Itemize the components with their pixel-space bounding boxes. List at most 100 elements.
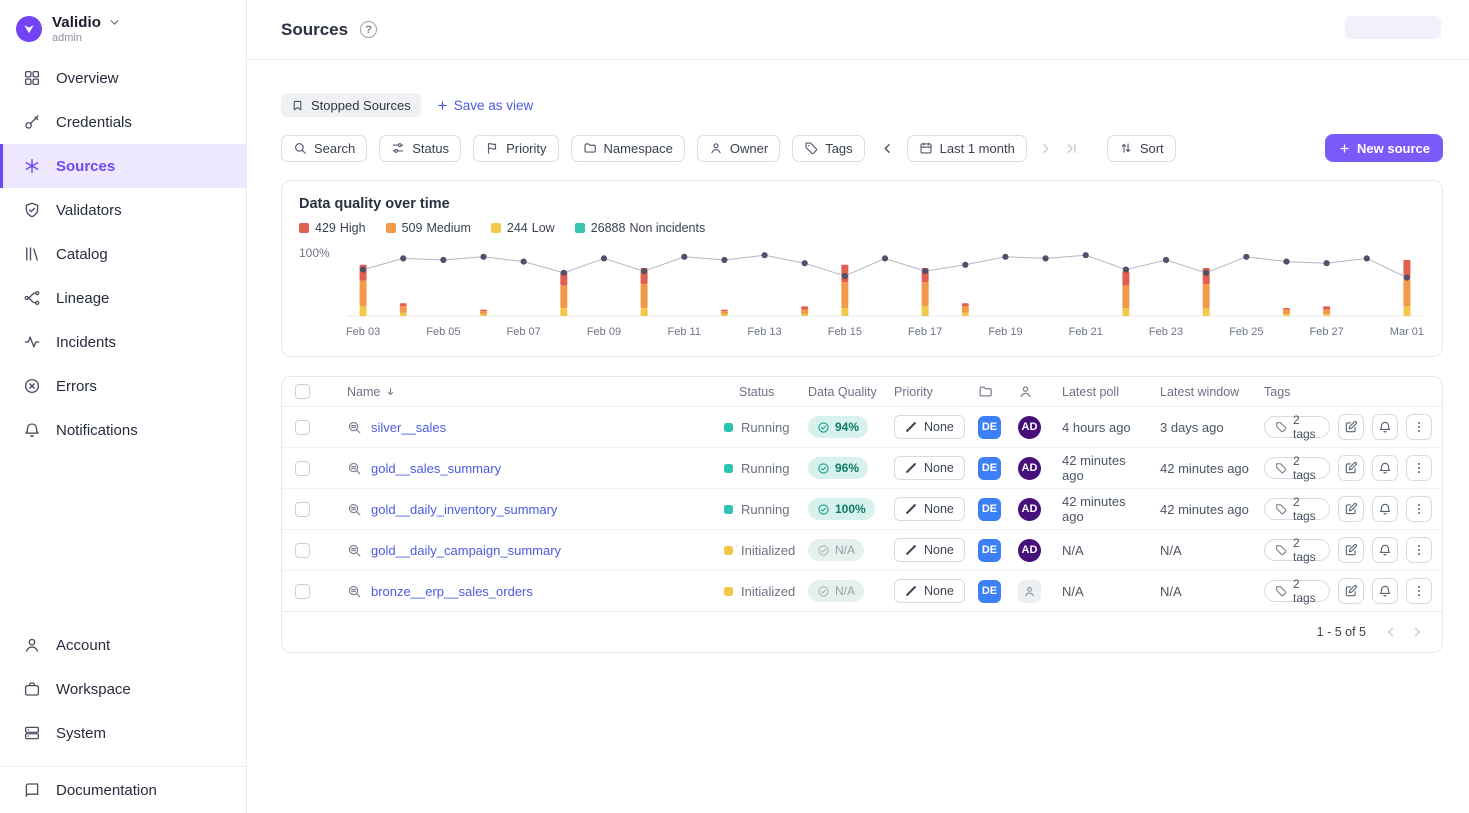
notifications-button[interactable] bbox=[1372, 537, 1398, 563]
priority-badge[interactable]: None bbox=[894, 415, 965, 439]
sidebar-item-overview[interactable]: Overview bbox=[0, 56, 246, 100]
notifications-button[interactable] bbox=[1372, 455, 1398, 481]
sort-button[interactable]: Sort bbox=[1106, 134, 1176, 162]
sidebar-item-sources[interactable]: Sources bbox=[0, 144, 246, 188]
more-actions-button[interactable] bbox=[1406, 455, 1432, 481]
saved-view-chip[interactable]: Stopped Sources bbox=[281, 93, 421, 117]
row-checkbox[interactable] bbox=[294, 583, 310, 599]
date-next-button[interactable] bbox=[1035, 136, 1057, 160]
sidebar-item-validators[interactable]: Validators bbox=[0, 188, 246, 232]
sidebar-item-system[interactable]: System bbox=[0, 711, 246, 755]
namespace-filter-button[interactable]: Namespace bbox=[570, 134, 685, 162]
table-row[interactable]: gold__daily_campaign_summary Initialized… bbox=[282, 530, 1442, 571]
data-quality-chart[interactable]: Feb 03 Feb 05 Feb 07 Feb 09 Feb 11 Feb 13 Feb … bbox=[343, 238, 1425, 342]
header-status[interactable]: Status bbox=[724, 377, 796, 406]
table-row[interactable]: silver__sales Running 94% None DE AD 4 h… bbox=[282, 407, 1442, 448]
chart-legend: 429 High 509 Medium 244 Low 26888 Non in… bbox=[299, 221, 1425, 235]
tags-badge[interactable]: 2 tags bbox=[1264, 495, 1330, 523]
priority-badge[interactable]: None bbox=[894, 538, 965, 562]
save-as-view-button[interactable]: Save as view bbox=[436, 98, 533, 113]
header-namespace[interactable] bbox=[970, 377, 1010, 406]
edit-button[interactable] bbox=[1338, 578, 1364, 604]
edit-button[interactable] bbox=[1338, 455, 1364, 481]
search-label: Search bbox=[314, 140, 356, 156]
date-latest-button[interactable] bbox=[1061, 136, 1083, 160]
header-priority[interactable]: Priority bbox=[882, 377, 970, 406]
sidebar-item-lineage[interactable]: Lineage bbox=[0, 276, 246, 320]
new-source-button[interactable]: New source bbox=[1325, 134, 1443, 162]
source-type-icon bbox=[347, 461, 362, 476]
help-icon[interactable]: ? bbox=[360, 21, 378, 38]
header-latest-poll[interactable]: Latest poll bbox=[1050, 377, 1148, 406]
namespace-badge[interactable]: DE bbox=[978, 456, 1001, 480]
priority-badge[interactable]: None bbox=[894, 579, 965, 603]
edit-button[interactable] bbox=[1338, 414, 1364, 440]
sidebar-item-catalog[interactable]: Catalog bbox=[0, 232, 246, 276]
validio-logo bbox=[16, 16, 42, 42]
owner-placeholder-icon[interactable] bbox=[1018, 579, 1041, 603]
row-checkbox[interactable] bbox=[294, 542, 310, 558]
edit-button[interactable] bbox=[1338, 496, 1364, 522]
row-checkbox[interactable] bbox=[294, 501, 310, 517]
status-filter-button[interactable]: Status bbox=[379, 134, 462, 162]
owner-avatar[interactable]: AD bbox=[1018, 538, 1041, 562]
priority-badge[interactable]: None bbox=[894, 456, 965, 480]
row-checkbox[interactable] bbox=[294, 419, 310, 435]
source-name-link[interactable]: gold__daily_inventory_summary bbox=[371, 502, 557, 517]
tags-badge[interactable]: 2 tags bbox=[1264, 413, 1330, 441]
tags-badge[interactable]: 2 tags bbox=[1264, 454, 1330, 482]
namespace-badge[interactable]: DE bbox=[978, 579, 1001, 603]
edit-button[interactable] bbox=[1338, 537, 1364, 563]
page-next-button[interactable] bbox=[1406, 620, 1428, 644]
notifications-button[interactable] bbox=[1372, 496, 1398, 522]
tags-badge[interactable]: 2 tags bbox=[1264, 536, 1330, 564]
sidebar-item-incidents[interactable]: Incidents bbox=[0, 320, 246, 364]
priority-badge[interactable]: None bbox=[894, 497, 965, 521]
table-row[interactable]: gold__daily_inventory_summary Running 10… bbox=[282, 489, 1442, 530]
sidebar-item-account[interactable]: Account bbox=[0, 623, 246, 667]
table-row[interactable]: gold__sales_summary Running 96% None DE … bbox=[282, 448, 1442, 489]
search-button[interactable]: Search bbox=[281, 134, 368, 162]
notifications-button[interactable] bbox=[1372, 578, 1398, 604]
calendar-icon bbox=[919, 141, 933, 155]
owner-avatar[interactable]: AD bbox=[1018, 456, 1041, 480]
sidebar-item-notifications[interactable]: Notifications bbox=[0, 408, 246, 452]
workspace-switcher[interactable]: Validio admin bbox=[0, 10, 246, 56]
source-name-link[interactable]: silver__sales bbox=[371, 420, 446, 435]
header-tags[interactable]: Tags bbox=[1252, 377, 1330, 406]
namespace-badge[interactable]: DE bbox=[978, 538, 1001, 562]
owner-avatar[interactable]: AD bbox=[1018, 497, 1041, 521]
select-all-checkbox[interactable] bbox=[294, 384, 310, 399]
sidebar-item-errors[interactable]: Errors bbox=[0, 364, 246, 408]
header-data-quality[interactable]: Data Quality bbox=[796, 377, 882, 406]
source-name-link[interactable]: gold__sales_summary bbox=[371, 461, 501, 476]
legend-swatch-medium bbox=[385, 223, 396, 233]
table-row[interactable]: bronze__erp__sales_orders Initialized N/… bbox=[282, 571, 1442, 612]
tags-badge[interactable]: 2 tags bbox=[1264, 577, 1330, 605]
sidebar-item-credentials[interactable]: Credentials bbox=[0, 100, 246, 144]
sidebar-item-documentation[interactable]: Documentation bbox=[0, 767, 246, 813]
namespace-badge[interactable]: DE bbox=[978, 497, 1001, 521]
namespace-badge[interactable]: DE bbox=[978, 415, 1001, 439]
source-name-link[interactable]: bronze__erp__sales_orders bbox=[371, 584, 533, 599]
header-latest-window[interactable]: Latest window bbox=[1148, 377, 1252, 406]
row-checkbox[interactable] bbox=[294, 460, 310, 476]
owner-filter-button[interactable]: Owner bbox=[696, 134, 781, 162]
header-name[interactable]: Name bbox=[322, 377, 724, 406]
header-owner[interactable] bbox=[1010, 377, 1050, 406]
tags-filter-button[interactable]: Tags bbox=[792, 134, 865, 162]
more-actions-button[interactable] bbox=[1406, 578, 1432, 604]
date-prev-button[interactable] bbox=[877, 136, 899, 160]
source-name-link[interactable]: gold__daily_campaign_summary bbox=[371, 543, 561, 558]
sidebar-item-workspace[interactable]: Workspace bbox=[0, 667, 246, 711]
priority-filter-button[interactable]: Priority bbox=[473, 134, 559, 162]
more-actions-button[interactable] bbox=[1406, 537, 1432, 563]
svg-text:Feb 17: Feb 17 bbox=[908, 326, 942, 338]
owner-avatar[interactable]: AD bbox=[1018, 415, 1041, 439]
more-actions-button[interactable] bbox=[1406, 496, 1432, 522]
notifications-button[interactable] bbox=[1372, 414, 1398, 440]
more-actions-button[interactable] bbox=[1406, 414, 1432, 440]
page-prev-button[interactable] bbox=[1380, 620, 1402, 644]
svg-text:Feb 13: Feb 13 bbox=[747, 326, 781, 338]
date-range-button[interactable]: Last 1 month bbox=[906, 134, 1027, 162]
